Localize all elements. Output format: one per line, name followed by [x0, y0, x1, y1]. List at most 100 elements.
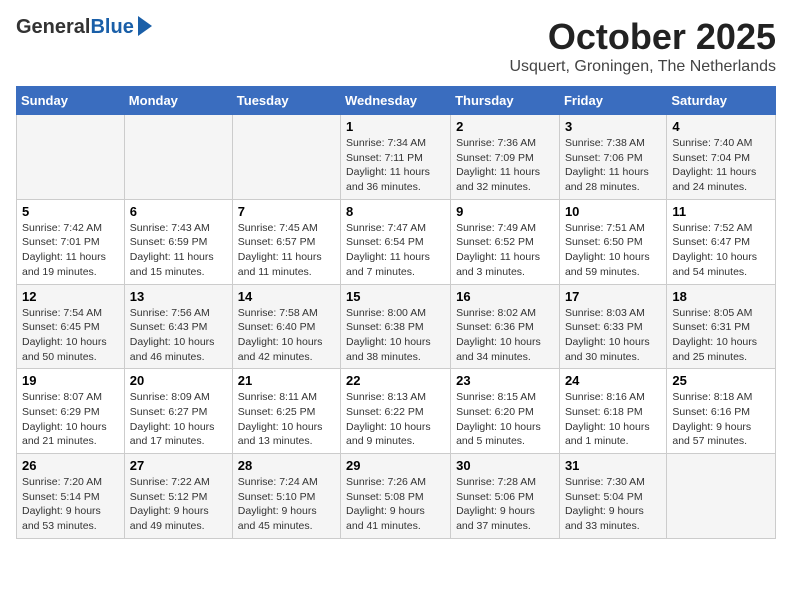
calendar-cell: 7 Sunrise: 7:45 AM Sunset: 6:57 PM Daylig…	[232, 199, 340, 284]
calendar-cell: 31 Sunrise: 7:30 AM Sunset: 5:04 PM Dayli…	[559, 454, 666, 539]
day-info: Sunrise: 7:49 AM Sunset: 6:52 PM Dayligh…	[456, 221, 554, 280]
day-info: Sunrise: 8:16 AM Sunset: 6:18 PM Dayligh…	[565, 390, 661, 449]
calendar-cell	[17, 115, 125, 200]
day-info: Sunrise: 8:09 AM Sunset: 6:27 PM Dayligh…	[130, 390, 227, 449]
calendar-cell: 17 Sunrise: 8:03 AM Sunset: 6:33 PM Dayli…	[559, 284, 666, 369]
calendar-cell	[667, 454, 776, 539]
day-number: 14	[238, 289, 335, 304]
logo-blue-text: Blue	[90, 16, 133, 39]
day-info: Sunrise: 7:51 AM Sunset: 6:50 PM Dayligh…	[565, 221, 661, 280]
calendar-header-row: SundayMondayTuesdayWednesdayThursdayFrid…	[17, 87, 776, 115]
day-number: 20	[130, 373, 227, 388]
day-info: Sunrise: 8:11 AM Sunset: 6:25 PM Dayligh…	[238, 390, 335, 449]
weekday-header-cell: Monday	[124, 87, 232, 115]
calendar-cell: 5 Sunrise: 7:42 AM Sunset: 7:01 PM Daylig…	[17, 199, 125, 284]
month-title: October 2025	[509, 16, 776, 58]
day-info: Sunrise: 7:45 AM Sunset: 6:57 PM Dayligh…	[238, 221, 335, 280]
day-info: Sunrise: 7:36 AM Sunset: 7:09 PM Dayligh…	[456, 136, 554, 195]
day-info: Sunrise: 7:28 AM Sunset: 5:06 PM Dayligh…	[456, 475, 554, 534]
day-info: Sunrise: 7:22 AM Sunset: 5:12 PM Dayligh…	[130, 475, 227, 534]
calendar-cell: 26 Sunrise: 7:20 AM Sunset: 5:14 PM Dayli…	[17, 454, 125, 539]
day-number: 29	[346, 458, 445, 473]
calendar-week-row: 1Sunrise: 7:34 AM Sunset: 7:11 PM Daylig…	[17, 115, 776, 200]
day-number: 17	[565, 289, 661, 304]
calendar-cell: 15 Sunrise: 8:00 AM Sunset: 6:38 PM Dayli…	[341, 284, 451, 369]
day-number: 10	[565, 204, 661, 219]
weekday-header-cell: Tuesday	[232, 87, 340, 115]
day-info: Sunrise: 7:26 AM Sunset: 5:08 PM Dayligh…	[346, 475, 445, 534]
day-number: 8	[346, 204, 445, 219]
day-number: 21	[238, 373, 335, 388]
day-number: 7	[238, 204, 335, 219]
title-block: October 2025 Usquert, Groningen, The Net…	[509, 16, 776, 76]
calendar-cell: 13Sunrise: 7:56 AM Sunset: 6:43 PM Dayli…	[124, 284, 232, 369]
day-info: Sunrise: 8:03 AM Sunset: 6:33 PM Dayligh…	[565, 306, 661, 365]
calendar-cell: 11Sunrise: 7:52 AM Sunset: 6:47 PM Dayli…	[667, 199, 776, 284]
day-info: Sunrise: 7:47 AM Sunset: 6:54 PM Dayligh…	[346, 221, 445, 280]
day-number: 9	[456, 204, 554, 219]
day-info: Sunrise: 7:56 AM Sunset: 6:43 PM Dayligh…	[130, 306, 227, 365]
day-info: Sunrise: 8:15 AM Sunset: 6:20 PM Dayligh…	[456, 390, 554, 449]
day-number: 25	[672, 373, 770, 388]
page-header: General Blue October 2025 Usquert, Groni…	[16, 16, 776, 76]
day-info: Sunrise: 8:00 AM Sunset: 6:38 PM Dayligh…	[346, 306, 445, 365]
logo: General Blue	[16, 16, 152, 39]
calendar-cell	[124, 115, 232, 200]
day-number: 26	[22, 458, 119, 473]
day-number: 5	[22, 204, 119, 219]
calendar-cell: 8 Sunrise: 7:47 AM Sunset: 6:54 PM Daylig…	[341, 199, 451, 284]
calendar-table: SundayMondayTuesdayWednesdayThursdayFrid…	[16, 86, 776, 539]
day-info: Sunrise: 8:07 AM Sunset: 6:29 PM Dayligh…	[22, 390, 119, 449]
weekday-header-cell: Thursday	[451, 87, 560, 115]
day-info: Sunrise: 7:24 AM Sunset: 5:10 PM Dayligh…	[238, 475, 335, 534]
day-number: 30	[456, 458, 554, 473]
day-number: 31	[565, 458, 661, 473]
day-number: 6	[130, 204, 227, 219]
calendar-body: 1Sunrise: 7:34 AM Sunset: 7:11 PM Daylig…	[17, 115, 776, 539]
day-info: Sunrise: 8:13 AM Sunset: 6:22 PM Dayligh…	[346, 390, 445, 449]
day-number: 12	[22, 289, 119, 304]
day-number: 23	[456, 373, 554, 388]
day-number: 28	[238, 458, 335, 473]
day-number: 24	[565, 373, 661, 388]
calendar-cell	[232, 115, 340, 200]
day-number: 15	[346, 289, 445, 304]
calendar-cell: 12 Sunrise: 7:54 AM Sunset: 6:45 PM Dayli…	[17, 284, 125, 369]
calendar-cell: 28 Sunrise: 7:24 AM Sunset: 5:10 PM Dayli…	[232, 454, 340, 539]
day-info: Sunrise: 7:52 AM Sunset: 6:47 PM Dayligh…	[672, 221, 770, 280]
day-info: Sunrise: 7:58 AM Sunset: 6:40 PM Dayligh…	[238, 306, 335, 365]
day-info: Sunrise: 8:18 AM Sunset: 6:16 PM Dayligh…	[672, 390, 770, 449]
day-info: Sunrise: 8:02 AM Sunset: 6:36 PM Dayligh…	[456, 306, 554, 365]
day-number: 16	[456, 289, 554, 304]
calendar-cell: 3 Sunrise: 7:38 AM Sunset: 7:06 PM Daylig…	[559, 115, 666, 200]
calendar-cell: 19Sunrise: 8:07 AM Sunset: 6:29 PM Dayli…	[17, 369, 125, 454]
calendar-cell: 16 Sunrise: 8:02 AM Sunset: 6:36 PM Dayli…	[451, 284, 560, 369]
day-info: Sunrise: 7:38 AM Sunset: 7:06 PM Dayligh…	[565, 136, 661, 195]
day-info: Sunrise: 7:30 AM Sunset: 5:04 PM Dayligh…	[565, 475, 661, 534]
calendar-cell: 14 Sunrise: 7:58 AM Sunset: 6:40 PM Dayli…	[232, 284, 340, 369]
day-info: Sunrise: 7:42 AM Sunset: 7:01 PM Dayligh…	[22, 221, 119, 280]
calendar-week-row: 26 Sunrise: 7:20 AM Sunset: 5:14 PM Dayli…	[17, 454, 776, 539]
calendar-week-row: 12 Sunrise: 7:54 AM Sunset: 6:45 PM Dayli…	[17, 284, 776, 369]
day-number: 4	[672, 119, 770, 134]
calendar-cell: 25 Sunrise: 8:18 AM Sunset: 6:16 PM Dayli…	[667, 369, 776, 454]
calendar-cell: 23 Sunrise: 8:15 AM Sunset: 6:20 PM Dayli…	[451, 369, 560, 454]
calendar-cell: 1Sunrise: 7:34 AM Sunset: 7:11 PM Daylig…	[341, 115, 451, 200]
calendar-cell: 22 Sunrise: 8:13 AM Sunset: 6:22 PM Dayli…	[341, 369, 451, 454]
day-number: 3	[565, 119, 661, 134]
day-number: 27	[130, 458, 227, 473]
location-title: Usquert, Groningen, The Netherlands	[509, 58, 776, 76]
day-number: 22	[346, 373, 445, 388]
calendar-week-row: 19Sunrise: 8:07 AM Sunset: 6:29 PM Dayli…	[17, 369, 776, 454]
calendar-week-row: 5 Sunrise: 7:42 AM Sunset: 7:01 PM Daylig…	[17, 199, 776, 284]
calendar-cell: 18Sunrise: 8:05 AM Sunset: 6:31 PM Dayli…	[667, 284, 776, 369]
weekday-header-cell: Wednesday	[341, 87, 451, 115]
calendar-cell: 9 Sunrise: 7:49 AM Sunset: 6:52 PM Daylig…	[451, 199, 560, 284]
day-info: Sunrise: 7:20 AM Sunset: 5:14 PM Dayligh…	[22, 475, 119, 534]
calendar-cell: 2Sunrise: 7:36 AM Sunset: 7:09 PM Daylig…	[451, 115, 560, 200]
calendar-cell: 27 Sunrise: 7:22 AM Sunset: 5:12 PM Dayli…	[124, 454, 232, 539]
weekday-header-cell: Friday	[559, 87, 666, 115]
weekday-header-cell: Sunday	[17, 87, 125, 115]
day-number: 18	[672, 289, 770, 304]
day-info: Sunrise: 7:54 AM Sunset: 6:45 PM Dayligh…	[22, 306, 119, 365]
